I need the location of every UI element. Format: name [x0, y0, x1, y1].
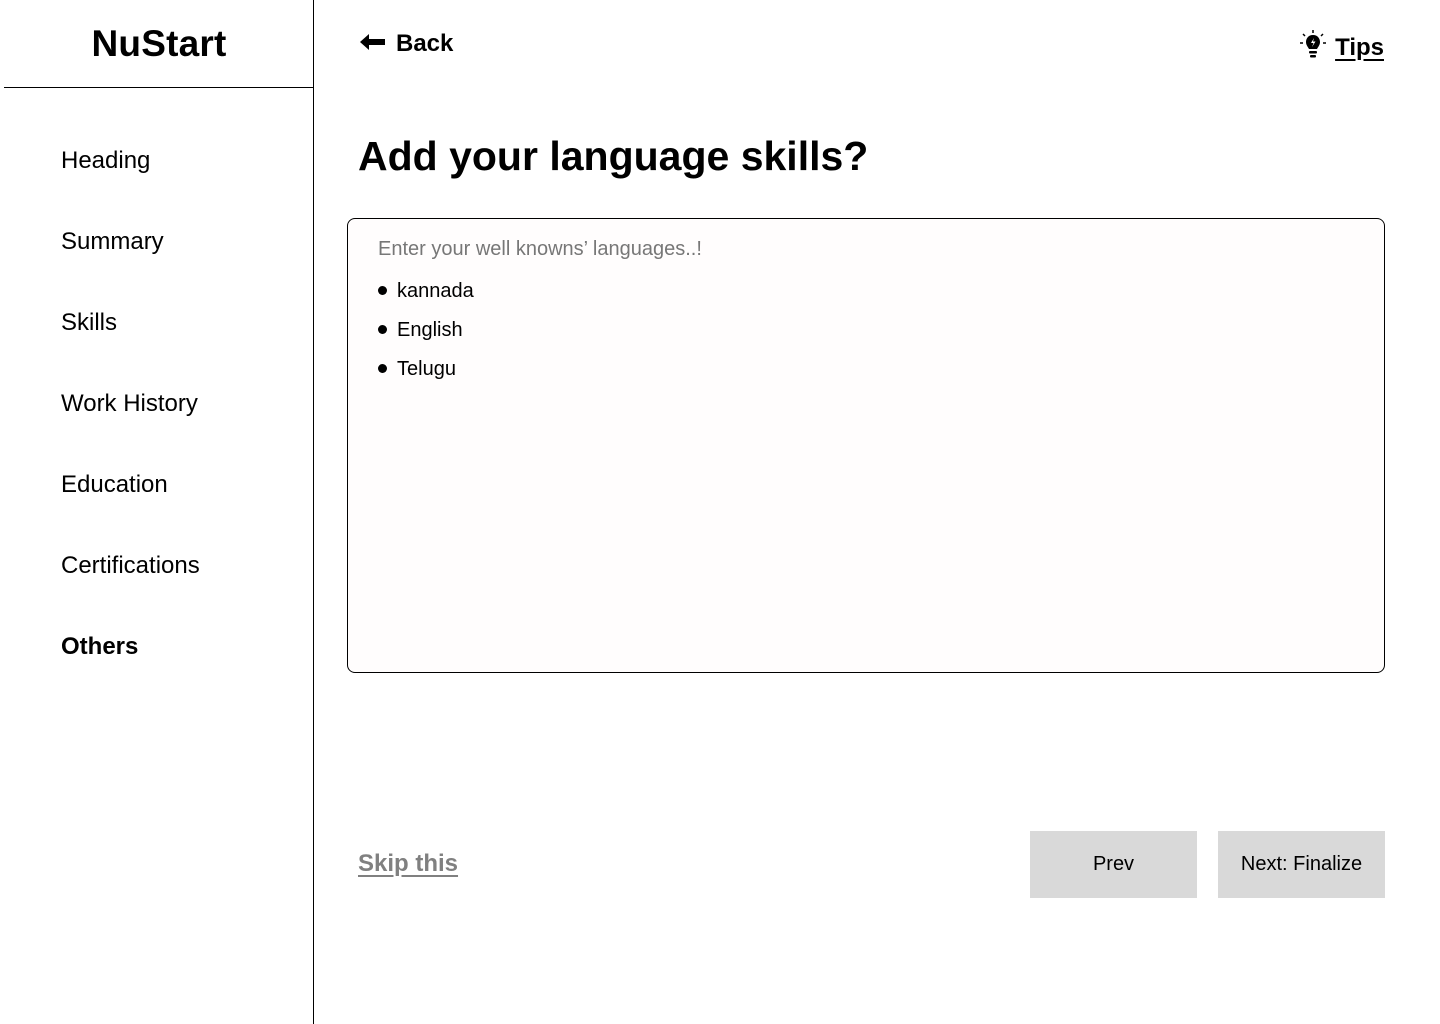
- sidebar-item-skills[interactable]: Skills: [61, 309, 117, 337]
- page-title: Add your language skills?: [358, 133, 869, 179]
- sidebar-item-education[interactable]: Education: [61, 471, 168, 499]
- sidebar: NuStart Heading Summary Skills Work Hist…: [0, 0, 314, 1024]
- sidebar-item-work-history[interactable]: Work History: [61, 390, 198, 418]
- bullet-icon: [378, 364, 387, 373]
- language-text: English: [397, 318, 463, 341]
- bullet-icon: [378, 286, 387, 295]
- next-finalize-button[interactable]: Next: Finalize: [1218, 831, 1385, 898]
- language-text: Telugu: [397, 357, 456, 380]
- tips-button[interactable]: Tips: [1299, 29, 1384, 66]
- lightbulb-icon: [1299, 29, 1327, 66]
- list-item: English: [378, 310, 1354, 349]
- sidebar-item-summary[interactable]: Summary: [61, 228, 164, 256]
- bullet-icon: [378, 325, 387, 334]
- editor-placeholder: Enter your well knowns’ languages..!: [378, 238, 702, 260]
- brand-logo[interactable]: NuStart: [4, 0, 314, 88]
- list-item: kannada: [378, 271, 1354, 310]
- prev-button[interactable]: Prev: [1030, 831, 1197, 898]
- skip-link[interactable]: Skip this: [358, 850, 458, 878]
- language-text: kannada: [397, 279, 474, 302]
- list-item: Telugu: [378, 349, 1354, 388]
- language-list: kannada English Telugu: [378, 271, 1354, 388]
- back-button[interactable]: Back: [359, 30, 453, 58]
- languages-editor[interactable]: Enter your well knowns’ languages..! kan…: [347, 218, 1385, 673]
- sidebar-item-certifications[interactable]: Certifications: [61, 552, 200, 580]
- sidebar-item-heading[interactable]: Heading: [61, 147, 150, 175]
- tips-label: Tips: [1335, 33, 1384, 61]
- back-label: Back: [396, 30, 454, 57]
- arrow-left-icon: [359, 30, 386, 58]
- sidebar-item-others[interactable]: Others: [61, 633, 138, 661]
